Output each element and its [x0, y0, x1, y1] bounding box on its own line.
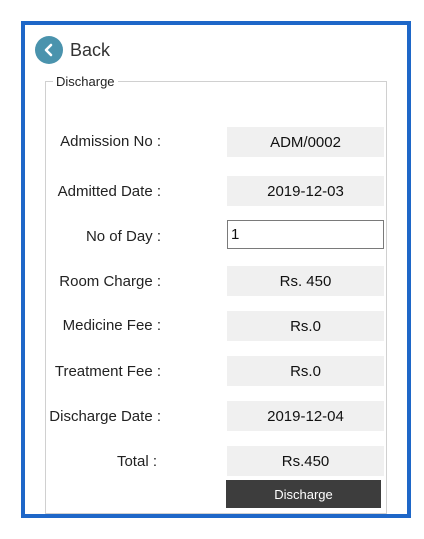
admission-no-value: ADM/0002 [227, 127, 384, 157]
discharge-date-value: 2019-12-04 [227, 401, 384, 431]
groupbox-title: Discharge [53, 74, 118, 89]
room-charge-label: Room Charge : [59, 273, 161, 290]
discharge-groupbox: Discharge Admission No : ADM/0002 Admitt… [45, 74, 387, 514]
back-label: Back [70, 39, 111, 60]
room-charge-value: Rs. 450 [227, 266, 384, 296]
no-of-day-label: No of Day : [85, 228, 161, 245]
total-value: Rs.450 [227, 446, 384, 476]
discharge-button[interactable]: Discharge [226, 480, 381, 508]
treatment-fee-value: Rs.0 [227, 356, 384, 386]
chevron-left-icon [35, 36, 63, 64]
admitted-date-value: 2019-12-03 [227, 176, 384, 206]
medicine-fee-value: Rs.0 [227, 311, 384, 341]
discharge-date-label: Discharge Date : [49, 408, 161, 425]
discharge-window: Back Discharge Admission No : ADM/0002 A… [21, 21, 411, 518]
back-button[interactable]: Back [35, 35, 110, 65]
no-of-day-input[interactable] [227, 220, 384, 249]
admission-no-label: Admission No : [60, 133, 161, 150]
medicine-fee-label: Medicine Fee : [62, 317, 161, 334]
total-label: Total : [116, 453, 157, 470]
treatment-fee-label: Treatment Fee : [54, 363, 161, 380]
admitted-date-label: Admitted Date : [57, 183, 161, 200]
